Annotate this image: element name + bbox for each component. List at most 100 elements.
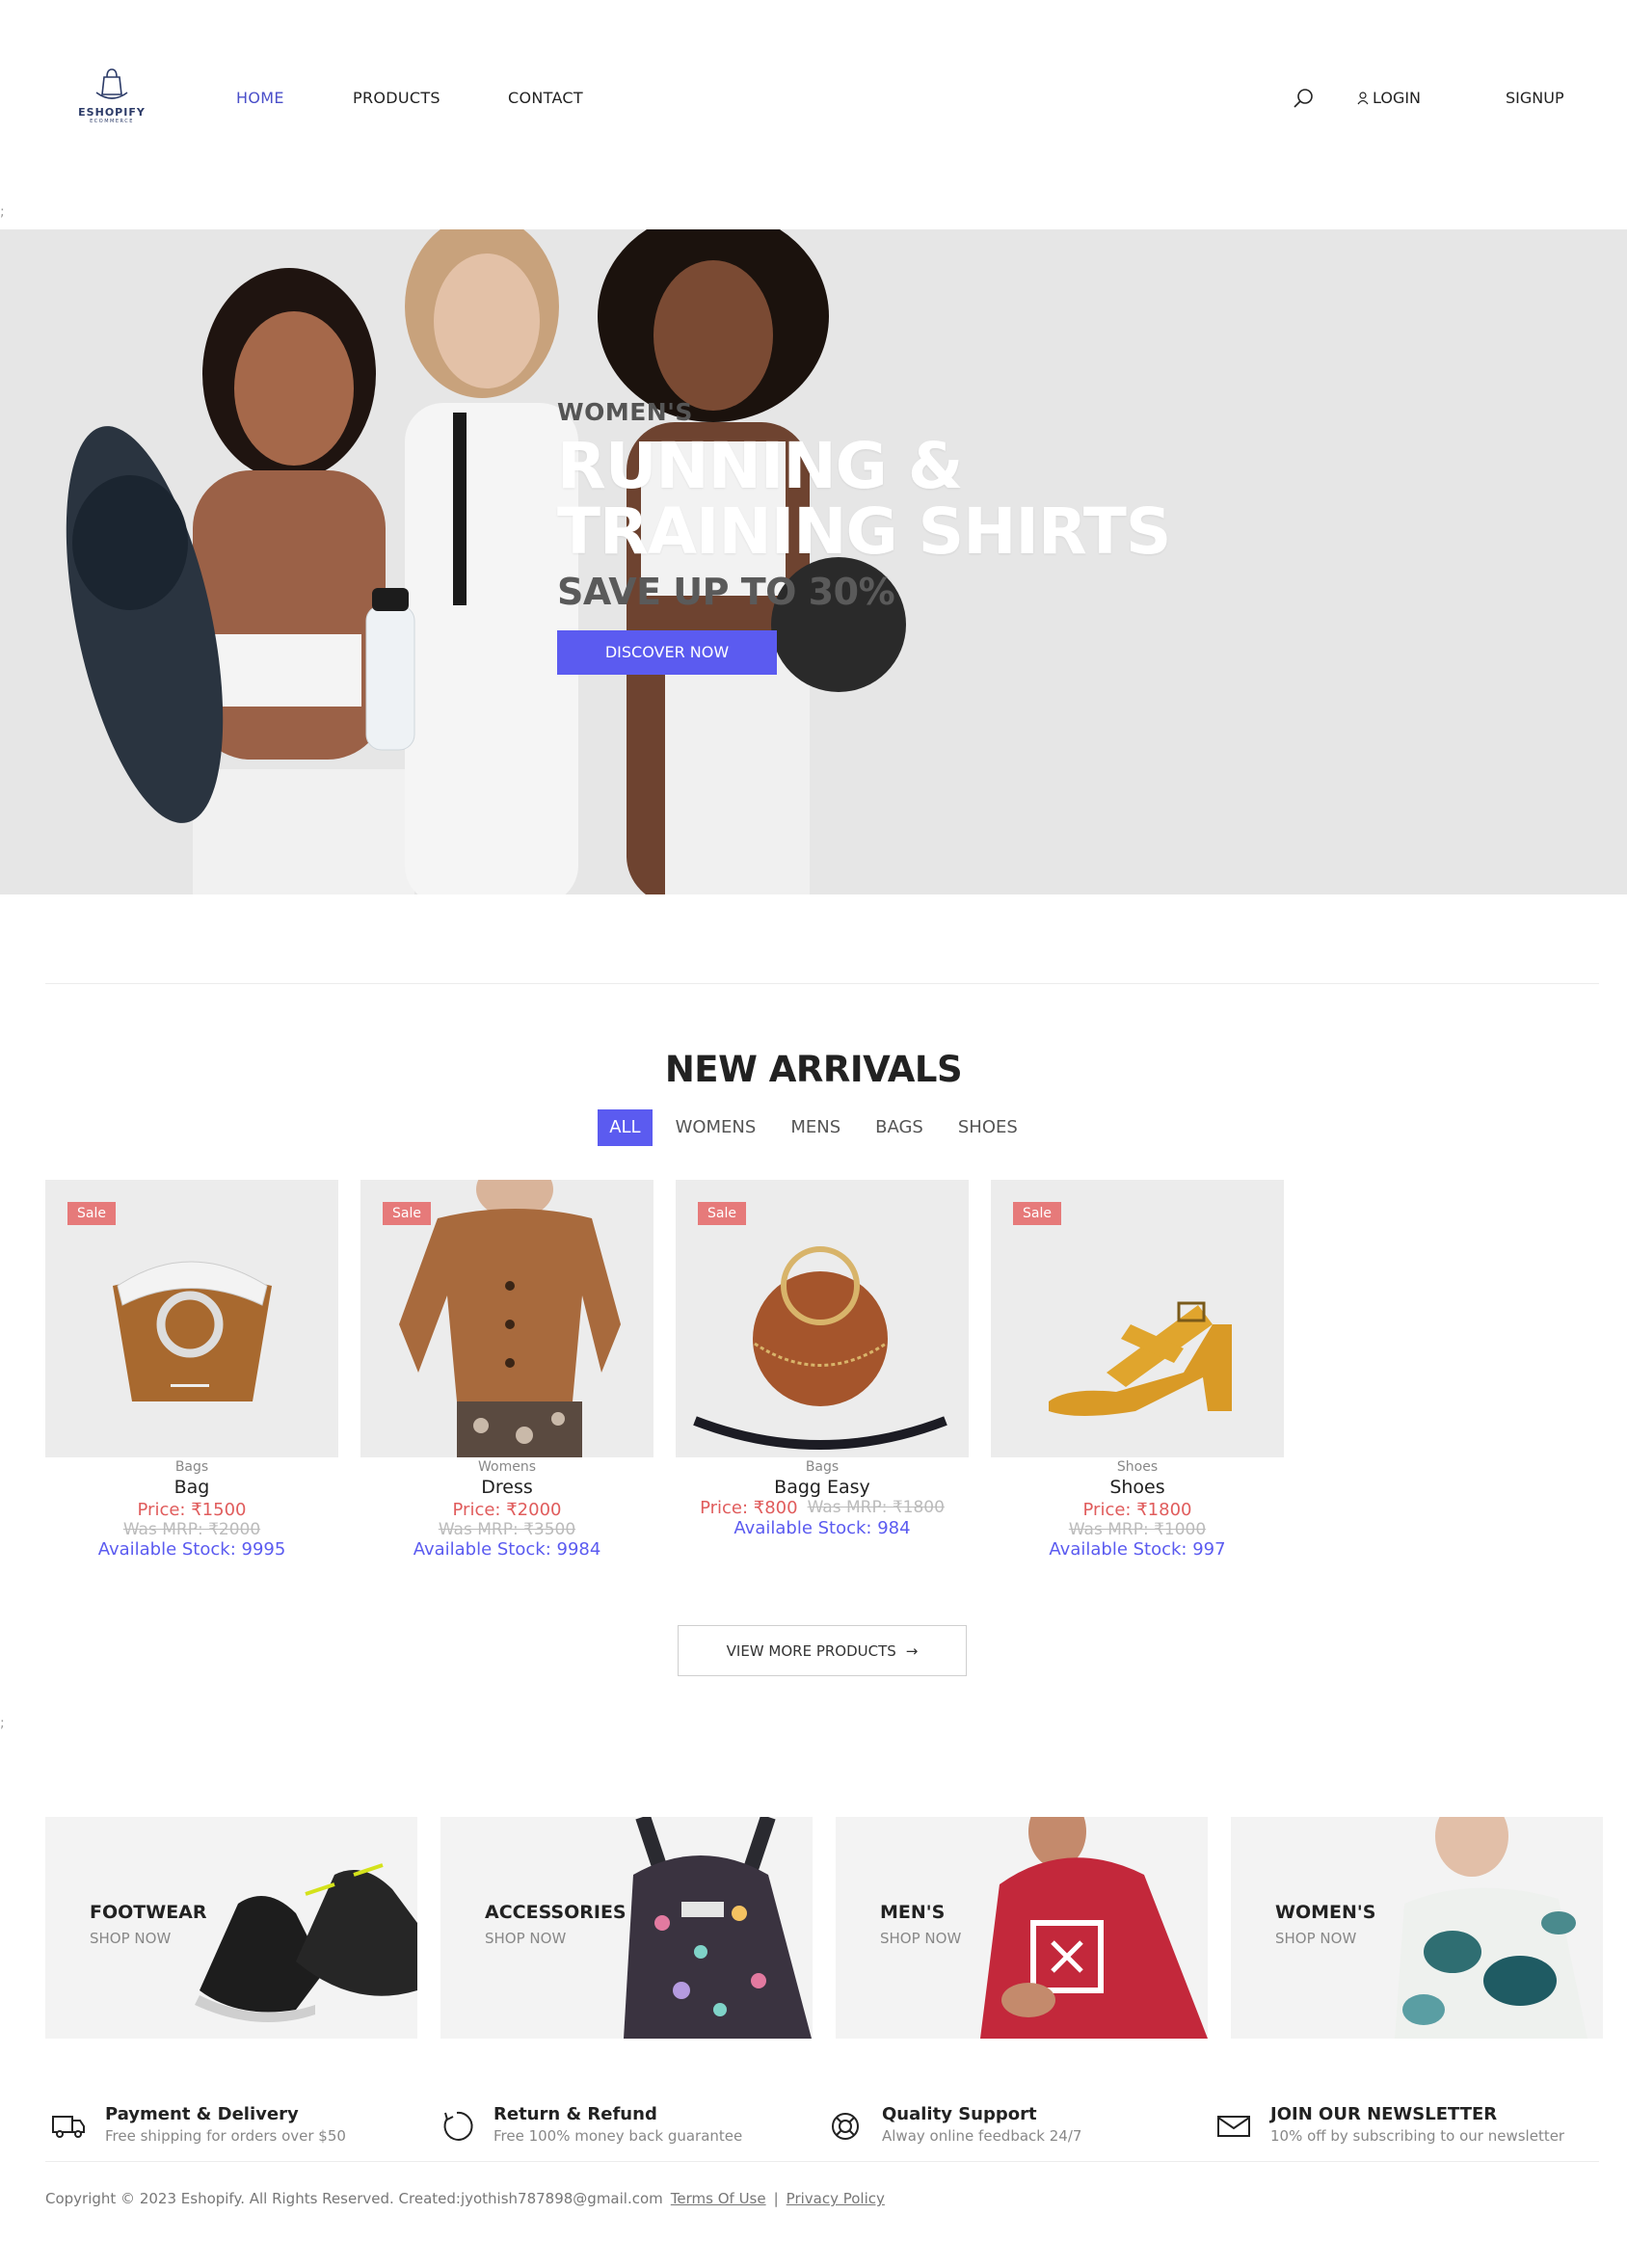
user-icon [1357, 91, 1369, 104]
sale-badge: Sale [698, 1202, 746, 1225]
category-footwear[interactable]: FOOTWEAR SHOP NOW [45, 1817, 417, 2039]
shop-now-link[interactable]: SHOP NOW [90, 1930, 171, 1947]
stray-mark: ; [0, 204, 5, 220]
feature-title: JOIN OUR NEWSLETTER [1270, 2104, 1498, 2124]
discover-now-button[interactable]: DISCOVER NOW [557, 630, 777, 675]
product-card: Sale Shoes Shoes Price: ₹1800 Was MRP: ₹… [991, 1180, 1284, 1560]
product-stock: Available Stock: 9995 [97, 1539, 286, 1560]
product-grid: Sale Bags Bag Price: ₹1500 Was MRP: ₹200… [45, 1180, 1284, 1560]
refund-icon [443, 2111, 473, 2141]
brand-logo[interactable]: ESHOPIFY ECOMMERCE [77, 66, 147, 135]
category-title: FOOTWEAR [90, 1902, 207, 1923]
filter-womens[interactable]: WOMENS [664, 1109, 768, 1146]
product-filter-tabs: ALL WOMENS MENS BAGS SHOES [0, 1109, 1627, 1146]
product-name[interactable]: Shoes [991, 1477, 1284, 1498]
filter-shoes[interactable]: SHOES [947, 1109, 1029, 1146]
view-more-label: VIEW MORE PRODUCTS [726, 1641, 896, 1660]
copyright-text: Copyright © 2023 Eshopify. All Rights Re… [45, 2190, 663, 2207]
product-image[interactable]: Sale [676, 1180, 969, 1457]
category-womens[interactable]: WOMEN'S SHOP NOW [1231, 1817, 1603, 2039]
hero-title-line2: TRAINING SHIRTS [557, 494, 1171, 569]
feature-payment: Payment & Delivery Free shipping for ord… [45, 2101, 434, 2148]
brand-tagline: ECOMMERCE [90, 119, 134, 124]
feature-subtitle: 10% off by subscribing to our newsletter [1270, 2127, 1565, 2145]
login-link[interactable]: LOGIN [1357, 89, 1421, 107]
product-stock: Available Stock: 9984 [413, 1539, 601, 1560]
nav-contact[interactable]: CONTACT [508, 89, 583, 107]
sale-badge: Sale [1013, 1202, 1061, 1225]
brand-name: ESHOPIFY [78, 106, 146, 119]
red-hoodie-image [980, 1817, 1208, 2039]
filter-mens[interactable]: MENS [779, 1109, 852, 1146]
hero-title-line1: RUNNING & [557, 429, 963, 503]
shop-now-link[interactable]: SHOP NOW [880, 1930, 961, 1947]
product-card: Sale Womens Dress Price: ₹2000 Was MRP: … [360, 1180, 653, 1560]
product-stock: Available Stock: 984 [733, 1518, 911, 1538]
product-image[interactable]: Sale [991, 1180, 1284, 1457]
product-image[interactable]: Sale [360, 1180, 653, 1457]
product-category: Womens [477, 1459, 536, 1475]
product-was-price: Was MRP: ₹2000 [122, 1520, 261, 1539]
footer-separator: | [773, 2190, 779, 2207]
new-arrivals-title: NEW ARRIVALS [664, 1049, 963, 1090]
feature-return: Return & Refund Free 100% money back gua… [434, 2101, 822, 2148]
hero-text: WOMEN'S RUNNING & TRAINING SHIRTS SAVE U… [557, 398, 1171, 675]
category-mens[interactable]: MEN'S SHOP NOW [836, 1817, 1208, 2039]
feature-title: Quality Support [882, 2104, 1037, 2124]
hero-subtitle: SAVE UP TO 30% [557, 571, 895, 613]
footer-copyright: Copyright © 2023 Eshopify. All Rights Re… [45, 2190, 885, 2207]
feature-support: Quality Support Alway online feedback 24… [822, 2101, 1211, 2148]
product-name[interactable]: Dress [360, 1477, 653, 1498]
product-card: Sale Bags Bagg Easy Price: ₹800 Was MRP:… [676, 1180, 969, 1560]
terms-link[interactable]: Terms Of Use [671, 2190, 766, 2207]
support-icon [832, 2113, 859, 2140]
filter-all[interactable]: ALL [598, 1109, 653, 1146]
privacy-link[interactable]: Privacy Policy [787, 2190, 885, 2207]
feature-strip: Payment & Delivery Free shipping for ord… [45, 2101, 1599, 2148]
product-category: Bags [174, 1459, 209, 1475]
shop-now-link[interactable]: SHOP NOW [1275, 1930, 1356, 1947]
truck-icon [52, 2116, 85, 2138]
product-price: Price: ₹2000 [452, 1500, 562, 1520]
backpack-image [624, 1817, 812, 2039]
product-category: Bags [805, 1459, 840, 1475]
nav-home[interactable]: HOME [236, 89, 284, 107]
site-header: ESHOPIFY ECOMMERCE HOME PRODUCTS CONTACT… [0, 0, 1627, 202]
product-card: Sale Bags Bag Price: ₹1500 Was MRP: ₹200… [45, 1180, 338, 1560]
shopping-bag-icon [95, 68, 128, 99]
product-price: Price: ₹1800 [1082, 1500, 1192, 1520]
hero-banner: WOMEN'S RUNNING & TRAINING SHIRTS SAVE U… [0, 229, 1627, 894]
product-image[interactable]: Sale [45, 1180, 338, 1457]
sale-badge: Sale [383, 1202, 431, 1225]
product-name[interactable]: Bag [45, 1477, 338, 1498]
category-banners: FOOTWEAR SHOP NOW ACCESSORIES SHOP NOW M… [45, 1817, 1603, 2039]
category-accessories[interactable]: ACCESSORIES SHOP NOW [440, 1817, 813, 2039]
feature-subtitle: Free 100% money back guarantee [493, 2127, 743, 2145]
mail-icon [1217, 2116, 1250, 2137]
category-title: WOMEN'S [1275, 1902, 1376, 1923]
stray-mark: ; [0, 1716, 5, 1731]
product-category: Shoes [1116, 1459, 1159, 1475]
category-title: MEN'S [880, 1902, 946, 1923]
filter-bags[interactable]: BAGS [864, 1109, 935, 1146]
product-was-price: Was MRP: ₹1800 [807, 1498, 945, 1517]
product-name[interactable]: Bagg Easy [676, 1477, 969, 1498]
nav-products[interactable]: PRODUCTS [353, 89, 440, 107]
shop-now-link[interactable]: SHOP NOW [485, 1930, 566, 1947]
feature-newsletter[interactable]: JOIN OUR NEWSLETTER 10% off by subscribi… [1211, 2101, 1599, 2148]
product-was-price: Was MRP: ₹1000 [1068, 1520, 1207, 1539]
product-prices: Price: ₹800 Was MRP: ₹1800 [676, 1498, 969, 1518]
product-price: Price: ₹1500 [137, 1500, 247, 1520]
login-label: LOGIN [1373, 89, 1422, 107]
feature-title: Payment & Delivery [105, 2104, 299, 2124]
hero-pretitle: WOMEN'S [557, 398, 693, 426]
floral-top-image [1395, 1817, 1587, 2039]
footer-divider [45, 2161, 1599, 2162]
signup-link[interactable]: SIGNUP [1506, 89, 1564, 107]
feature-title: Return & Refund [493, 2104, 657, 2124]
feature-subtitle: Free shipping for orders over $50 [105, 2127, 346, 2145]
sale-badge: Sale [67, 1202, 116, 1225]
feature-subtitle: Alway online feedback 24/7 [882, 2127, 1082, 2145]
view-more-products-button[interactable]: VIEW MORE PRODUCTS → [678, 1625, 967, 1676]
search-icon[interactable] [1292, 87, 1315, 110]
